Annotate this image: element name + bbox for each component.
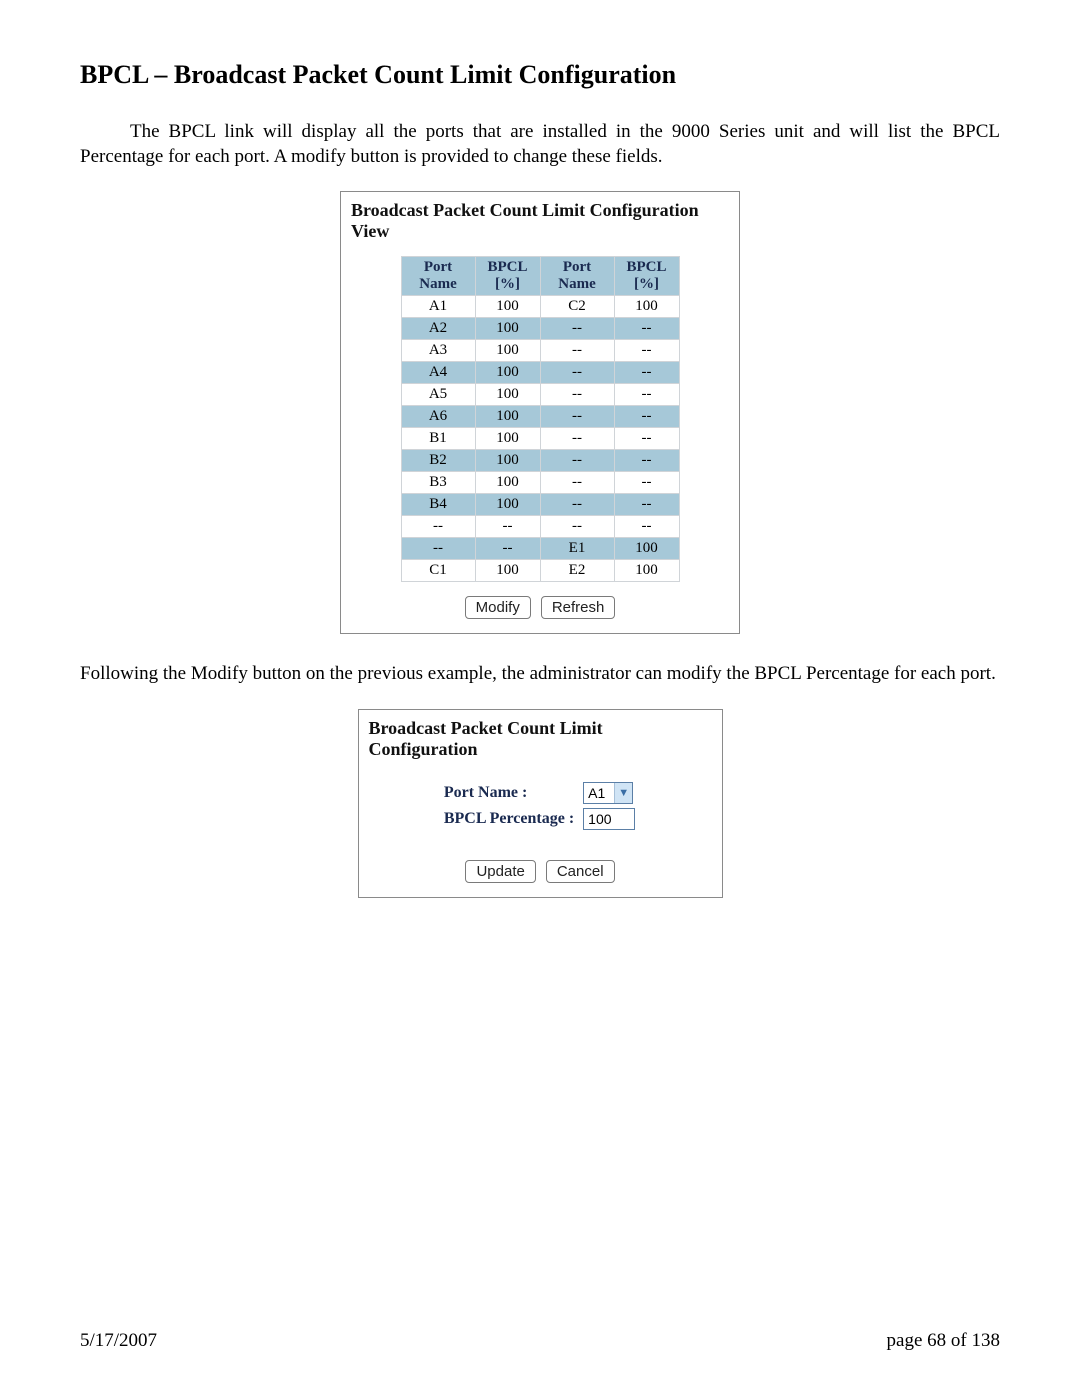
table-cell: A5 <box>401 384 475 406</box>
table-row: B3100---- <box>401 472 679 494</box>
table-cell: -- <box>614 340 679 362</box>
table-cell: -- <box>540 384 614 406</box>
col-port-name-1: Port Name <box>401 257 475 296</box>
table-cell: -- <box>614 450 679 472</box>
table-row: B1100---- <box>401 428 679 450</box>
bpcl-edit-panel: Broadcast Packet Count Limit Configurati… <box>358 709 723 898</box>
table-cell: B1 <box>401 428 475 450</box>
table-cell: 100 <box>475 340 540 362</box>
table-cell: -- <box>401 516 475 538</box>
chevron-down-icon: ▼ <box>614 783 632 803</box>
table-cell: 100 <box>475 428 540 450</box>
table-cell: -- <box>540 428 614 450</box>
table-cell: 100 <box>475 472 540 494</box>
table-cell: -- <box>540 516 614 538</box>
col-bpcl-2: BPCL [%] <box>614 257 679 296</box>
table-cell: -- <box>475 538 540 560</box>
table-cell: 100 <box>475 450 540 472</box>
table-cell: 100 <box>475 560 540 582</box>
bpcl-view-panel: Broadcast Packet Count Limit Configurati… <box>340 191 740 634</box>
table-cell: 100 <box>475 494 540 516</box>
table-cell: 100 <box>614 538 679 560</box>
table-cell: -- <box>540 318 614 340</box>
table-row: -------- <box>401 516 679 538</box>
port-name-select[interactable]: A1 ▼ <box>583 782 633 804</box>
table-cell: -- <box>614 406 679 428</box>
port-name-label: Port Name : <box>444 780 582 806</box>
page-footer: 5/17/2007 page 68 of 138 <box>80 1330 1000 1352</box>
edit-form: Port Name : A1 ▼ BPCL Percentage : <box>444 780 636 832</box>
table-cell: B4 <box>401 494 475 516</box>
table-cell: 100 <box>475 296 540 318</box>
table-cell: A2 <box>401 318 475 340</box>
table-cell: 100 <box>475 318 540 340</box>
col-bpcl-1: BPCL [%] <box>475 257 540 296</box>
view-button-row: Modify Refresh <box>351 596 729 619</box>
table-row: A2100---- <box>401 318 679 340</box>
mid-paragraph: Following the Modify button on the previ… <box>80 662 1000 687</box>
table-cell: A4 <box>401 362 475 384</box>
table-cell: -- <box>614 428 679 450</box>
table-cell: -- <box>540 340 614 362</box>
table-row: A3100---- <box>401 340 679 362</box>
table-cell: A1 <box>401 296 475 318</box>
footer-date: 5/17/2007 <box>80 1330 157 1352</box>
table-row: ----E1100 <box>401 538 679 560</box>
table-cell: -- <box>540 450 614 472</box>
intro-paragraph: The BPCL link will display all the ports… <box>80 120 1000 169</box>
refresh-button[interactable]: Refresh <box>541 596 616 619</box>
table-cell: -- <box>540 362 614 384</box>
table-row: B4100---- <box>401 494 679 516</box>
table-cell: 100 <box>475 384 540 406</box>
table-row: B2100---- <box>401 450 679 472</box>
port-name-value: A1 <box>584 785 614 801</box>
table-cell: -- <box>614 472 679 494</box>
modify-button[interactable]: Modify <box>465 596 531 619</box>
table-cell: -- <box>614 318 679 340</box>
table-cell: -- <box>614 516 679 538</box>
cancel-button[interactable]: Cancel <box>546 860 615 883</box>
col-port-name-2: Port Name <box>540 257 614 296</box>
view-panel-title: Broadcast Packet Count Limit Configurati… <box>351 200 729 242</box>
table-cell: B2 <box>401 450 475 472</box>
table-cell: C1 <box>401 560 475 582</box>
table-cell: -- <box>614 494 679 516</box>
table-cell: A6 <box>401 406 475 428</box>
table-cell: E2 <box>540 560 614 582</box>
table-cell: -- <box>540 494 614 516</box>
edit-button-row: Update Cancel <box>369 860 712 883</box>
update-button[interactable]: Update <box>465 860 535 883</box>
table-cell: -- <box>614 362 679 384</box>
table-cell: 100 <box>614 560 679 582</box>
bpcl-percentage-input[interactable] <box>583 808 635 830</box>
table-row: A6100---- <box>401 406 679 428</box>
table-cell: B3 <box>401 472 475 494</box>
table-cell: -- <box>401 538 475 560</box>
table-row: C1100E2100 <box>401 560 679 582</box>
table-cell: E1 <box>540 538 614 560</box>
table-cell: 100 <box>614 296 679 318</box>
table-row: A5100---- <box>401 384 679 406</box>
edit-panel-title: Broadcast Packet Count Limit Configurati… <box>369 718 712 760</box>
table-cell: 100 <box>475 406 540 428</box>
table-header-row: Port Name BPCL [%] Port Name BPCL [%] <box>401 257 679 296</box>
table-cell: 100 <box>475 362 540 384</box>
bpcl-percentage-label: BPCL Percentage : <box>444 806 582 832</box>
table-cell: -- <box>614 384 679 406</box>
table-cell: A3 <box>401 340 475 362</box>
table-cell: C2 <box>540 296 614 318</box>
table-cell: -- <box>540 406 614 428</box>
footer-page: page 68 of 138 <box>887 1330 1000 1352</box>
intro-text: The BPCL link will display all the ports… <box>80 121 1000 167</box>
table-cell: -- <box>475 516 540 538</box>
bpcl-table: Port Name BPCL [%] Port Name BPCL [%] A1… <box>401 256 680 582</box>
table-cell: -- <box>540 472 614 494</box>
page-title: BPCL – Broadcast Packet Count Limit Conf… <box>80 60 1000 90</box>
table-row: A1100C2100 <box>401 296 679 318</box>
table-row: A4100---- <box>401 362 679 384</box>
